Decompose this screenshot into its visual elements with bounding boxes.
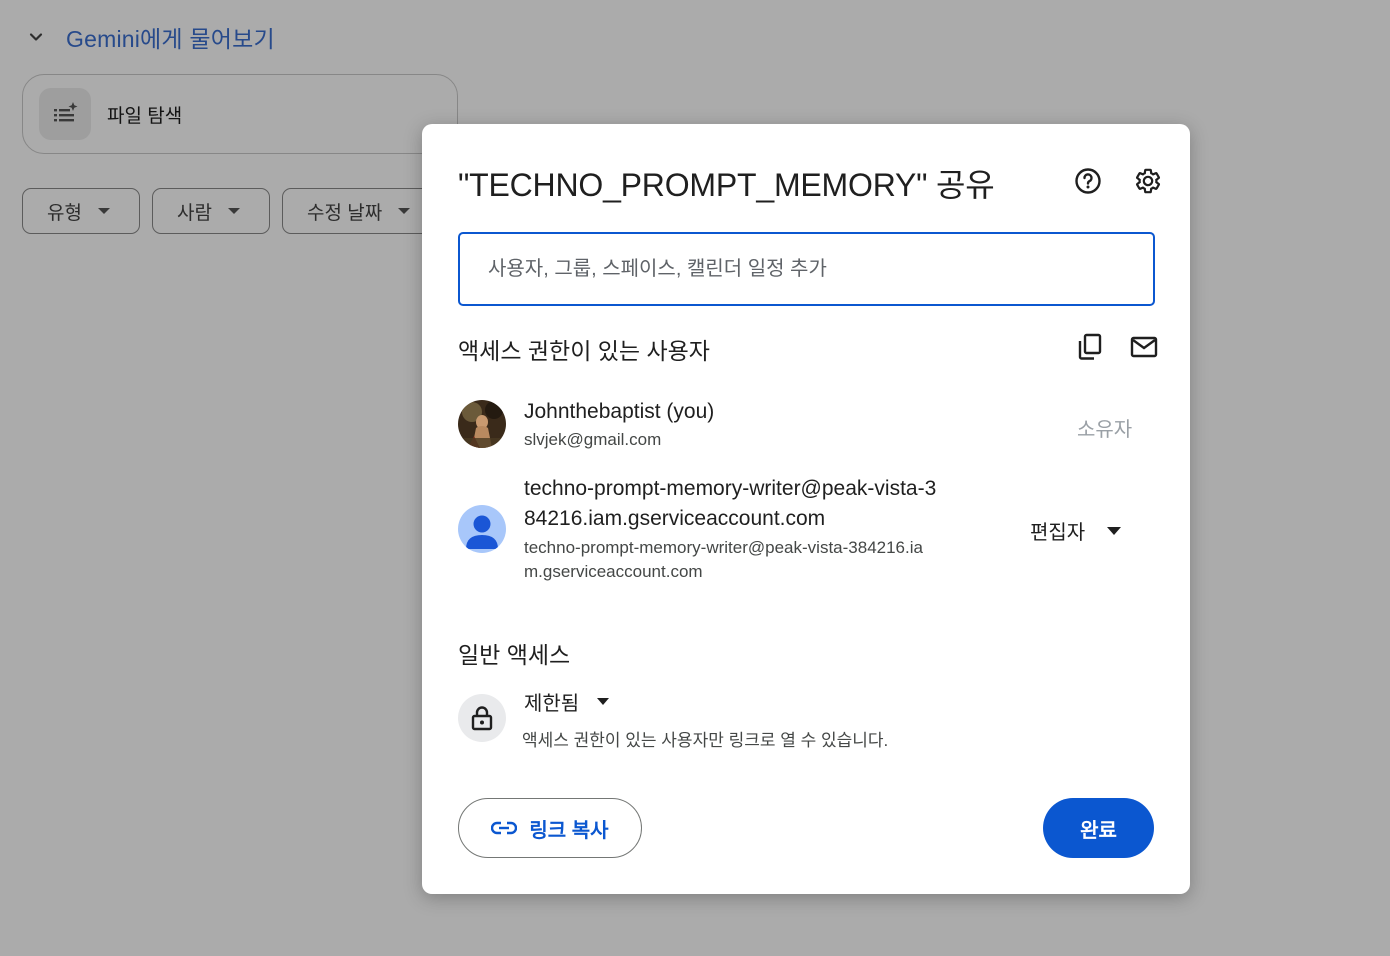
access-level-label: 제한됨 — [524, 693, 580, 715]
person-email-line2: m.gserviceaccount.com — [524, 562, 703, 581]
general-access-select[interactable]: 제한됨 — [524, 687, 610, 716]
add-people-input[interactable] — [458, 232, 1155, 306]
person-name: Johnthebaptist (you) — [524, 400, 715, 423]
person-name-line1: techno-prompt-memory-writer@peak-vista-3 — [524, 477, 937, 500]
role-owner-label: 소유자 — [1077, 419, 1133, 441]
dropdown-arrow-icon — [1107, 526, 1122, 535]
person-email: slvjek@gmail.com — [524, 430, 662, 449]
person-row-service-account: techno-prompt-memory-writer@peak-vista-3… — [458, 477, 1158, 587]
done-label: 완료 — [1080, 819, 1117, 842]
person-row-owner: Johnthebaptist (you) slvjek@gmail.com 소유… — [458, 400, 1158, 452]
link-icon — [491, 821, 518, 835]
help-icon — [1075, 168, 1101, 194]
settings-button[interactable] — [1128, 161, 1168, 201]
share-dialog: "TECHNO_PROMPT_MEMORY" 공유 액세스 권한이 있는 사용자 — [422, 124, 1190, 894]
lock-icon — [458, 694, 506, 742]
copy-link-label: 링크 복사 — [529, 819, 609, 842]
done-button[interactable]: 완료 — [1043, 798, 1154, 858]
gear-icon — [1136, 168, 1160, 194]
general-access-title: 일반 액세스 — [458, 642, 571, 668]
person-email-line1: techno-prompt-memory-writer@peak-vista-3… — [524, 538, 923, 557]
avatar — [458, 400, 506, 448]
people-section-title: 액세스 권한이 있는 사용자 — [458, 338, 710, 364]
dialog-title: "TECHNO_PROMPT_MEMORY" 공유 — [458, 167, 995, 203]
copy-link-button[interactable]: 링크 복사 — [458, 798, 642, 858]
role-select-label: 편집자 — [1030, 522, 1086, 544]
person-name-line2: 84216.iam.gserviceaccount.com — [524, 507, 826, 530]
email-people-button[interactable] — [1124, 327, 1164, 367]
dropdown-arrow-icon — [597, 698, 610, 705]
copy-icon — [1078, 333, 1102, 360]
role-select-editor[interactable]: 편집자 — [1030, 516, 1122, 545]
copy-emails-button[interactable] — [1070, 327, 1110, 367]
access-description: 액세스 권한이 있는 사용자만 링크로 열 수 있습니다. — [522, 731, 889, 750]
avatar — [458, 505, 506, 553]
help-button[interactable] — [1068, 161, 1108, 201]
mail-icon — [1130, 336, 1158, 358]
